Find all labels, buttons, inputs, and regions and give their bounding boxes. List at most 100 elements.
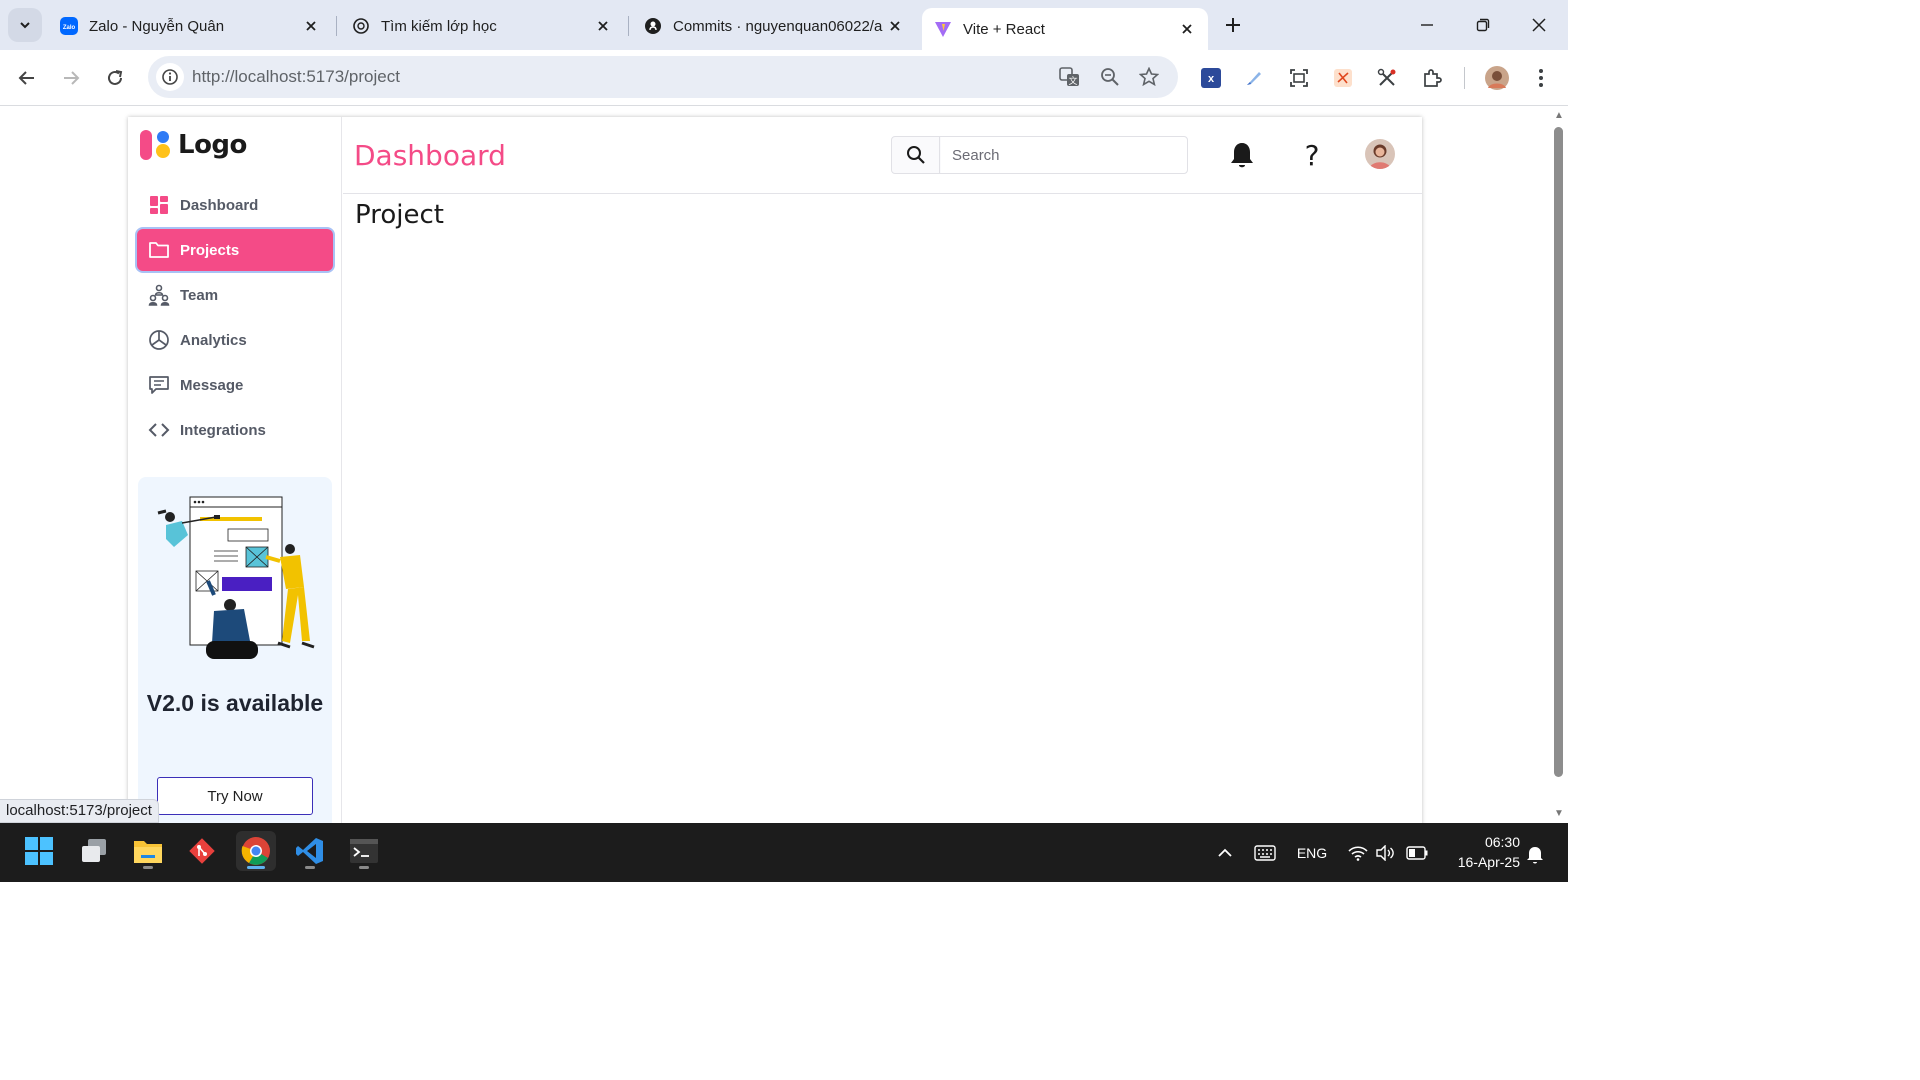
svg-text:x: x [1208, 73, 1215, 85]
extension-pen-icon[interactable] [1241, 65, 1267, 91]
extension-translate-icon[interactable]: x [1198, 65, 1224, 91]
file-explorer-icon[interactable] [128, 831, 168, 871]
new-tab-button[interactable] [1220, 12, 1246, 38]
sidebar-item-dashboard[interactable]: Dashboard [137, 184, 333, 226]
zoom-icon[interactable] [1098, 65, 1122, 89]
tab-separator [336, 16, 337, 36]
extension-tools-icon[interactable] [1374, 65, 1400, 91]
clock-time: 06:30 [1484, 834, 1520, 850]
sidebar-item-analytics[interactable]: Analytics [137, 319, 333, 361]
scroll-down-arrow-icon[interactable]: ▼ [1553, 809, 1565, 819]
profile-avatar[interactable] [1484, 65, 1510, 91]
sidebar-item-label: Integrations [180, 421, 266, 439]
user-avatar[interactable] [1365, 139, 1395, 169]
sidebar-item-label: Dashboard [180, 196, 259, 214]
minimize-icon [1421, 24, 1433, 26]
sidebar-item-label: Projects [180, 241, 240, 259]
tab-classes[interactable]: Tìm kiếm lớp học [340, 8, 624, 44]
battery-icon[interactable] [1404, 841, 1430, 865]
search-icon [906, 146, 925, 164]
page-title: Dashboard [354, 139, 506, 172]
chrome-icon[interactable] [236, 831, 276, 871]
tab-separator [628, 16, 629, 36]
url-text[interactable]: http://localhost:5173/project [192, 67, 400, 87]
sidebar-item-label: Message [180, 376, 244, 394]
forward-button[interactable] [55, 62, 87, 94]
reload-button[interactable] [99, 62, 131, 94]
bell-icon [1231, 143, 1253, 168]
close-icon[interactable] [594, 17, 612, 35]
system-clock[interactable]: 06:30 16-Apr-25 [1440, 832, 1520, 872]
promo-title: V2.0 is available [146, 690, 324, 716]
site-info-button[interactable] [156, 63, 184, 91]
git-icon[interactable] [182, 831, 222, 871]
app-container: Logo Dashboard Projects Team Analytics M… [128, 117, 1422, 837]
scrollbar-thumb[interactable] [1554, 127, 1563, 777]
sidebar-item-message[interactable]: Message [137, 364, 333, 406]
folder-icon [148, 239, 170, 261]
team-collaboration-illustration [157, 496, 315, 659]
task-view-icon[interactable] [74, 831, 114, 871]
browser-tab-strip: Zalo Zalo - Nguyễn Quân Tìm kiếm lớp học… [0, 0, 1568, 50]
arrow-left-icon [18, 71, 34, 85]
page-scrollbar[interactable]: ▲ ▼ [1550, 107, 1568, 823]
close-icon[interactable] [302, 17, 320, 35]
close-icon[interactable] [1178, 20, 1196, 38]
app-logo[interactable]: Logo [140, 129, 247, 161]
team-icon [148, 284, 170, 306]
address-bar[interactable]: http://localhost:5173/project 文 [148, 56, 1178, 98]
more-vertical-icon [1539, 69, 1543, 87]
message-icon [148, 374, 170, 396]
close-icon[interactable] [886, 17, 904, 35]
svg-text:文: 文 [1068, 75, 1077, 86]
tab-zalo[interactable]: Zalo Zalo - Nguyễn Quân [48, 8, 332, 44]
language-indicator[interactable]: ENG [1290, 841, 1334, 865]
tab-title: Zalo - Nguyễn Quân [89, 17, 225, 35]
terminal-icon[interactable] [344, 831, 384, 871]
minimize-button[interactable] [1412, 10, 1442, 40]
vscode-icon[interactable] [290, 831, 330, 871]
help-icon: ? [1304, 138, 1320, 172]
back-button[interactable] [11, 62, 43, 94]
page-viewport: Logo Dashboard Projects Team Analytics M… [0, 107, 1550, 837]
search-input[interactable] [941, 137, 1187, 173]
search-button[interactable] [892, 137, 940, 173]
restore-button[interactable] [1468, 10, 1498, 40]
sidebar-item-projects[interactable]: Projects [137, 229, 333, 271]
toolbar-separator [1464, 67, 1465, 89]
tab-search-button[interactable] [8, 8, 42, 42]
restore-icon [1476, 18, 1490, 32]
pie-chart-icon [148, 329, 170, 351]
volume-icon[interactable] [1374, 841, 1396, 865]
show-hidden-icons-chevron-icon[interactable] [1214, 841, 1236, 865]
extension-pdf-icon[interactable] [1330, 65, 1356, 91]
scroll-up-arrow-icon[interactable]: ▲ [1553, 111, 1565, 121]
extensions-puzzle-icon[interactable] [1419, 65, 1445, 91]
chevron-down-icon [20, 22, 30, 29]
windows-start-icon[interactable] [19, 831, 59, 871]
dashboard-grid-icon [148, 194, 170, 216]
windows-taskbar: ENG 06:30 16-Apr-25 [0, 823, 1568, 882]
tab-vite-react[interactable]: Vite + React [922, 8, 1208, 50]
top-header: Dashboard ? [343, 117, 1422, 194]
content-heading: Project [355, 200, 444, 230]
sidebar-item-team[interactable]: Team [137, 274, 333, 316]
bookmark-star-icon[interactable] [1137, 65, 1161, 89]
notification-button[interactable] [1225, 138, 1259, 172]
translate-icon[interactable]: 文 [1058, 65, 1082, 89]
sidebar-item-label: Team [180, 286, 219, 304]
sidebar-item-integrations[interactable]: Integrations [137, 409, 333, 451]
tab-commits[interactable]: Commits · nguyenquan06022/a [632, 8, 916, 44]
close-window-button[interactable] [1524, 10, 1554, 40]
help-button[interactable]: ? [1295, 138, 1329, 172]
url-path: :5173/project [301, 67, 400, 86]
extension-screenshot-icon[interactable] [1286, 65, 1312, 91]
plus-icon [1226, 18, 1240, 32]
browser-menu-button[interactable] [1528, 65, 1554, 91]
try-now-button[interactable]: Try Now [157, 777, 313, 815]
keyboard-icon[interactable] [1252, 841, 1278, 865]
wifi-icon[interactable] [1346, 841, 1370, 865]
sidebar-nav: Dashboard Projects Team Analytics Messag… [137, 184, 333, 454]
notification-center-icon[interactable] [1524, 843, 1546, 867]
openai-icon [352, 17, 370, 35]
